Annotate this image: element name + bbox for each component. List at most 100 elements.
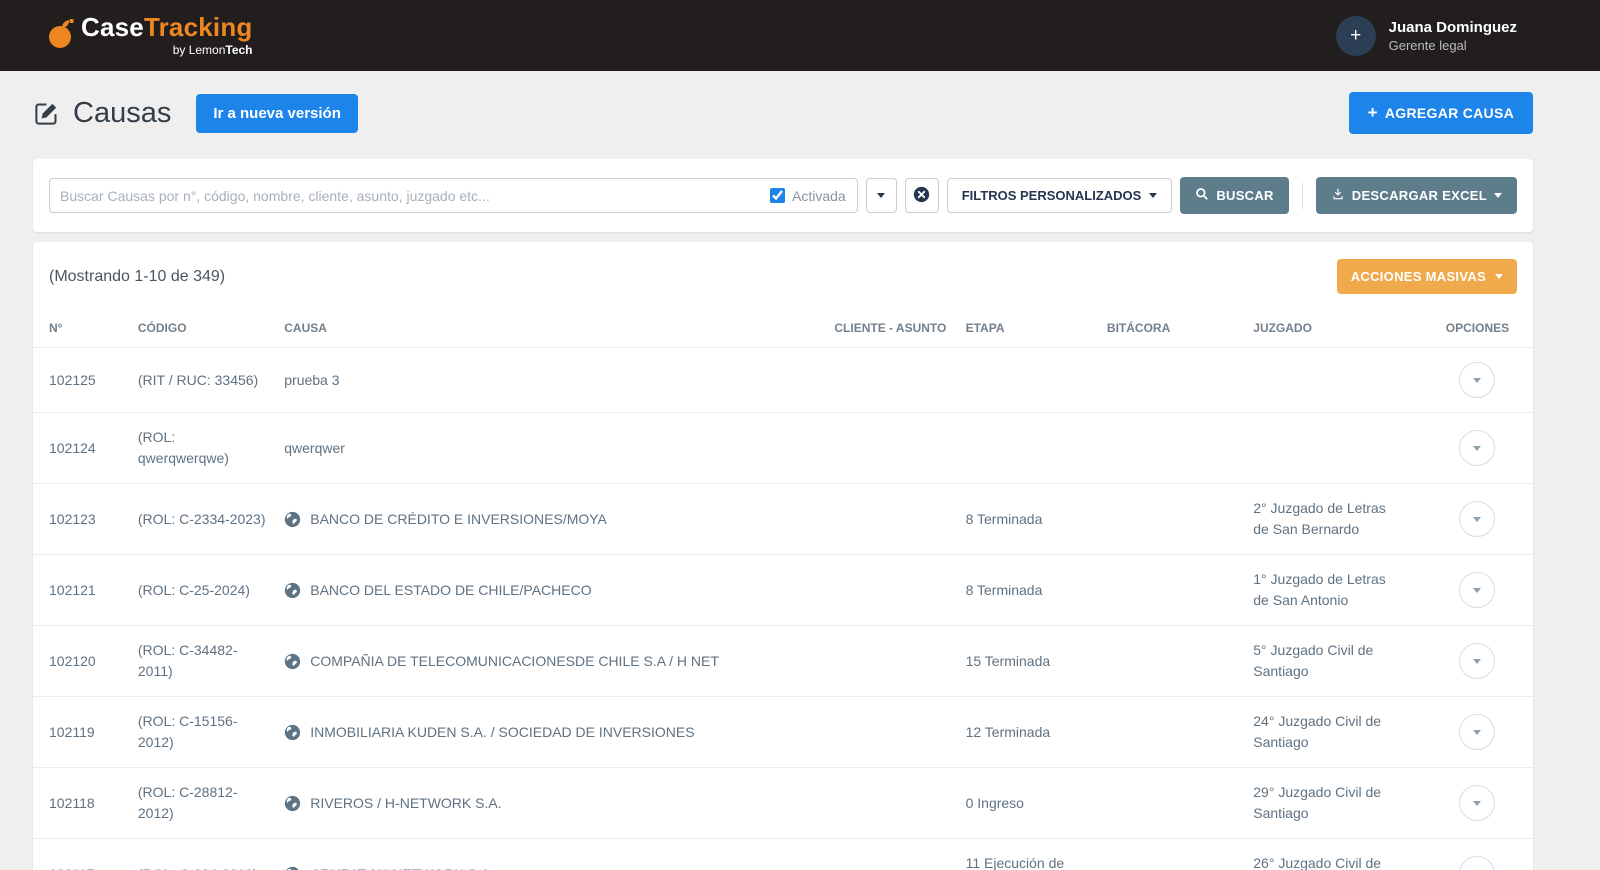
divider: [1301, 182, 1303, 209]
cell-numero: 102118: [33, 767, 130, 839]
chevron-down-icon: [1473, 587, 1482, 593]
user-avatar[interactable]: +: [1335, 15, 1376, 56]
cell-cliente: [826, 838, 958, 870]
search-options-dropdown[interactable]: [865, 178, 897, 213]
bulk-actions-button[interactable]: ACCIONES MASIVAS: [1336, 259, 1517, 294]
row-options-button[interactable]: [1459, 714, 1496, 750]
cell-numero: 102124: [33, 412, 130, 484]
row-options-button[interactable]: [1459, 362, 1496, 398]
cell-etapa: 0 Ingreso: [957, 767, 1099, 839]
search-input[interactable]: [49, 178, 858, 213]
row-options-button[interactable]: [1459, 785, 1496, 821]
cell-juzgado: 5° Juzgado Civil de Santiago: [1245, 625, 1422, 697]
cell-cliente: [826, 696, 958, 768]
download-icon: [1331, 187, 1345, 204]
cell-juzgado: 24° Juzgado Civil de Santiago: [1245, 696, 1422, 768]
chevron-down-icon: [1149, 193, 1158, 198]
table-row: 102125 (RIT / RUC: 33456) prueba 3: [33, 347, 1533, 413]
globe-icon: [284, 582, 301, 599]
column-causa: CAUSA: [284, 321, 327, 335]
cell-bitacora: [1098, 412, 1246, 484]
causa-link[interactable]: BANCO DE CRÉDITO E INVERSIONES/MOYA: [310, 509, 607, 530]
cell-etapa: 8 Terminada: [957, 483, 1099, 555]
logo-text: CaseTracking: [81, 12, 253, 42]
column-cliente-asunto: CLIENTE - ASUNTO: [834, 321, 947, 335]
cell-codigo: (ROL: C-28812-2012): [129, 767, 277, 839]
cell-bitacora: [1098, 696, 1246, 768]
cell-etapa: 8 Terminada: [957, 554, 1099, 626]
plus-icon: +: [1350, 24, 1362, 46]
cell-cliente: [826, 483, 958, 555]
cell-codigo: (ROL: C-34482-2011): [129, 625, 277, 697]
cell-juzgado: [1245, 412, 1422, 484]
cell-numero: 102123: [33, 483, 130, 555]
top-navbar: CaseTracking by LemonTech + Juana Doming…: [0, 0, 1600, 71]
causa-link[interactable]: prueba 3: [284, 370, 339, 391]
cell-codigo: (RIT / RUC: 33456): [129, 347, 277, 413]
chevron-down-icon: [877, 193, 886, 198]
cell-juzgado: [1245, 347, 1422, 413]
cell-cliente: [826, 554, 958, 626]
causa-link[interactable]: COMPAÑIA DE TELECOMUNICACIONESDE CHILE S…: [310, 651, 719, 672]
lemon-icon: [48, 17, 75, 55]
column-opciones: OPCIONES: [1445, 321, 1510, 335]
cell-codigo: (ROL: C-2334-2023): [129, 483, 277, 555]
cell-juzgado: 1° Juzgado de Letras de San Antonio: [1245, 554, 1422, 626]
circle-x-icon: [913, 186, 930, 206]
cell-cliente: [826, 347, 958, 413]
cell-codigo: (ROL: C-25-2024): [129, 554, 277, 626]
row-options-button[interactable]: [1459, 430, 1496, 466]
row-options-button[interactable]: [1459, 501, 1496, 537]
chevron-down-icon: [1473, 516, 1482, 522]
cell-juzgado: 2° Juzgado de Letras de San Bernardo: [1245, 483, 1422, 555]
search-button[interactable]: BUSCAR: [1180, 177, 1289, 214]
edit-icon: [33, 100, 60, 127]
new-version-button[interactable]: Ir a nueva versión: [196, 93, 358, 133]
cell-numero: 102119: [33, 696, 130, 768]
cell-numero: 102125: [33, 347, 130, 413]
showing-count: (Mostrando 1-10 de 349): [49, 267, 226, 285]
custom-filters-button[interactable]: FILTROS PERSONALIZADOS: [946, 178, 1173, 213]
table-row: 102121 (ROL: C-25-2024) BANCO DEL ESTADO…: [33, 554, 1533, 626]
causa-link[interactable]: RIVEROS / H-NETWORK S.A.: [310, 793, 501, 814]
chevron-down-icon: [1473, 658, 1482, 664]
causa-link[interactable]: BANCO DEL ESTADO DE CHILE/PACHECO: [310, 580, 591, 601]
download-excel-button[interactable]: DESCARGAR EXCEL: [1315, 177, 1517, 214]
row-options-button[interactable]: [1459, 643, 1496, 679]
cell-bitacora: [1098, 483, 1246, 555]
row-options-button[interactable]: [1459, 572, 1496, 608]
column-numero: N°: [49, 321, 63, 335]
cell-bitacora: [1098, 554, 1246, 626]
table-row: 102123 (ROL: C-2334-2023) BANCO DE CRÉDI…: [33, 483, 1533, 555]
causa-link[interactable]: CRUZAT / H-NETWORK S.A.: [310, 864, 494, 870]
globe-icon: [284, 653, 301, 670]
search-icon: [1195, 187, 1209, 204]
row-options-button[interactable]: [1459, 856, 1496, 870]
causes-table-panel: (Mostrando 1-10 de 349) ACCIONES MASIVAS…: [33, 242, 1533, 870]
cell-juzgado: 26° Juzgado Civil de Santiago: [1245, 838, 1422, 870]
causa-link[interactable]: qwerqwer: [284, 438, 345, 459]
activada-checkbox[interactable]: [770, 188, 786, 203]
cell-cliente: [826, 767, 958, 839]
cell-etapa: 12 Terminada: [957, 696, 1099, 768]
chevron-down-icon: [1473, 377, 1482, 383]
user-menu[interactable]: + Juana Dominguez Gerente legal: [1335, 15, 1517, 56]
clear-search-button[interactable]: [904, 178, 939, 213]
page-header: Causas Ir a nueva versión + AGREGAR CAUS…: [33, 92, 1533, 134]
add-cause-button[interactable]: + AGREGAR CAUSA: [1348, 92, 1533, 134]
causa-link[interactable]: INMOBILIARIA KUDEN S.A. / SOCIEDAD DE IN…: [310, 722, 694, 743]
globe-icon: [284, 866, 301, 870]
chevron-down-icon: [1473, 800, 1482, 806]
cell-numero: 102120: [33, 625, 130, 697]
column-codigo: CÓDIGO: [137, 321, 187, 335]
cell-bitacora: [1098, 838, 1246, 870]
causes-table: N° CÓDIGO CAUSA CLIENTE - ASUNTO ETAPA B…: [33, 311, 1533, 870]
user-role: Gerente legal: [1388, 37, 1467, 53]
table-row: 102124 (ROL: qwerqwerqwe) qwerqwer: [33, 412, 1533, 484]
column-etapa: ETAPA: [965, 321, 1005, 335]
chevron-down-icon: [1495, 274, 1503, 279]
cell-numero: 102121: [33, 554, 130, 626]
chevron-down-icon: [1494, 193, 1502, 198]
app-logo[interactable]: CaseTracking by LemonTech: [48, 14, 253, 57]
table-row: 102118 (ROL: C-28812-2012) RIVEROS / H-N…: [33, 767, 1533, 839]
